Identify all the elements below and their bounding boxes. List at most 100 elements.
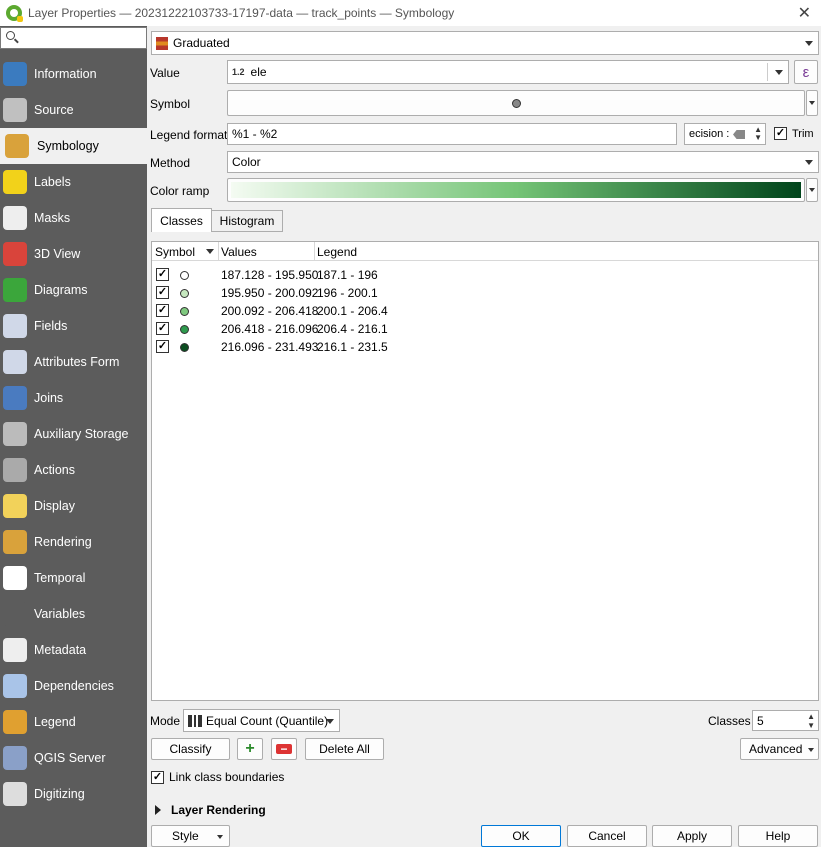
sidebar-item-source[interactable]: Source xyxy=(0,92,147,128)
style-button[interactable]: Style xyxy=(151,825,230,847)
sidebar-item-dependencies[interactable]: Dependencies xyxy=(0,668,147,704)
table-row[interactable]: ✓ 206.418 - 216.096 206.4 - 216.1 xyxy=(152,320,818,338)
sidebar-search-input[interactable] xyxy=(0,27,147,49)
layer-rendering-section[interactable]: Layer Rendering xyxy=(155,803,266,817)
speech-bubble-icon xyxy=(3,494,27,518)
method-combo[interactable]: Color xyxy=(227,151,819,173)
method-label: Method xyxy=(150,156,191,170)
sidebar-item-diagrams[interactable]: Diagrams xyxy=(0,272,147,308)
expression-button[interactable]: ε xyxy=(794,60,818,84)
class-legend: 187.1 - 196 xyxy=(317,268,378,282)
advanced-button[interactable]: Advanced xyxy=(740,738,819,760)
class-checkbox[interactable]: ✓ xyxy=(156,340,169,353)
table-row[interactable]: ✓ 200.092 - 206.418 200.1 - 206.4 xyxy=(152,302,818,320)
delete-all-button[interactable]: Delete All xyxy=(305,738,384,760)
sidebar-item-information[interactable]: Information xyxy=(0,56,147,92)
sidebar-item-label: Joins xyxy=(34,391,64,405)
class-values: 206.418 - 216.096 xyxy=(221,322,319,336)
sidebar-item-qgis-server[interactable]: QGIS Server xyxy=(0,740,147,776)
digitizing-icon xyxy=(3,782,27,806)
table-header: Symbol Values Legend xyxy=(152,242,818,261)
table-row[interactable]: ✓ 216.096 - 231.493 216.1 - 231.5 xyxy=(152,338,818,356)
sidebar-item-labels[interactable]: Labels xyxy=(0,164,147,200)
sidebar-item-joins[interactable]: Joins xyxy=(0,380,147,416)
chevron-down-icon xyxy=(326,718,334,724)
class-symbol-icon[interactable] xyxy=(180,289,189,298)
sidebar-item-rendering[interactable]: Rendering xyxy=(0,524,147,560)
classify-button[interactable]: Classify xyxy=(151,738,230,760)
table-row[interactable]: ✓ 195.950 - 200.092 196 - 200.1 xyxy=(152,284,818,302)
style-label: Style xyxy=(172,829,199,843)
color-ramp-button[interactable] xyxy=(227,178,805,202)
precision-text: ecision : xyxy=(689,128,730,140)
tab-classes[interactable]: Classes xyxy=(151,208,212,232)
sidebar-item-auxiliary-storage[interactable]: Auxiliary Storage xyxy=(0,416,147,452)
sidebar-item-fields[interactable]: Fields xyxy=(0,308,147,344)
sidebar-item-label: Labels xyxy=(34,175,71,189)
help-button[interactable]: Help xyxy=(738,825,818,847)
header-values[interactable]: Values xyxy=(221,245,257,259)
sidebar-item-temporal[interactable]: Temporal xyxy=(0,560,147,596)
class-checkbox[interactable]: ✓ xyxy=(156,268,169,281)
class-values: 187.128 - 195.950 xyxy=(221,268,319,282)
cancel-button[interactable]: Cancel xyxy=(567,825,647,847)
metadata-icon xyxy=(3,638,27,662)
dependencies-icon xyxy=(3,674,27,698)
sidebar-item-actions[interactable]: Actions xyxy=(0,452,147,488)
sidebar-item-3d-view[interactable]: 3D View xyxy=(0,236,147,272)
labels-icon xyxy=(3,170,27,194)
header-symbol[interactable]: Symbol xyxy=(155,245,195,259)
epsilon-icon xyxy=(3,602,27,626)
sidebar-item-display[interactable]: Display xyxy=(0,488,147,524)
sidebar-item-digitizing[interactable]: Digitizing xyxy=(0,776,147,812)
trim-label: Trim xyxy=(792,127,814,140)
value-label: Value xyxy=(150,66,180,80)
classes-spinbox[interactable]: 5 ▲ ▼ xyxy=(752,710,819,731)
form-icon xyxy=(3,350,27,374)
class-checkbox[interactable]: ✓ xyxy=(156,286,169,299)
table-row[interactable]: ✓ 187.128 - 195.950 187.1 - 196 xyxy=(152,266,818,284)
link-boundaries-checkbox[interactable]: ✓ Link class boundaries xyxy=(151,770,284,784)
precision-spinbox[interactable]: ecision : ▲ ▼ xyxy=(684,123,766,145)
spin-arrows-icon[interactable]: ▲ ▼ xyxy=(754,126,762,142)
class-checkbox[interactable]: ✓ xyxy=(156,322,169,335)
apply-button[interactable]: Apply xyxy=(652,825,732,847)
trim-check-mark: ✓ xyxy=(774,127,787,140)
sidebar-item-symbology[interactable]: Symbology xyxy=(0,128,149,164)
tab-histogram[interactable]: Histogram xyxy=(211,210,283,232)
symbol-dropdown[interactable] xyxy=(806,90,818,116)
color-ramp-dropdown[interactable] xyxy=(806,178,818,202)
color-ramp-label: Color ramp xyxy=(150,184,210,198)
sidebar-item-legend[interactable]: Legend xyxy=(0,704,147,740)
class-values: 216.096 - 231.493 xyxy=(221,340,319,354)
trim-checkbox[interactable]: ✓ Trim xyxy=(774,127,814,140)
close-icon[interactable]: ✕ xyxy=(798,3,811,23)
spin-arrows-icon[interactable]: ▲ ▼ xyxy=(807,712,815,730)
class-symbol-icon[interactable] xyxy=(180,343,189,352)
mode-combo[interactable]: Equal Count (Quantile) xyxy=(183,709,340,732)
sidebar-item-variables[interactable]: Variables xyxy=(0,596,147,632)
sidebar-item-attributes-form[interactable]: Attributes Form xyxy=(0,344,147,380)
add-class-button[interactable]: + xyxy=(237,738,263,760)
database-icon xyxy=(3,422,27,446)
remove-class-button[interactable]: − xyxy=(271,738,297,760)
sidebar-item-metadata[interactable]: Metadata xyxy=(0,632,147,668)
class-symbol-icon[interactable] xyxy=(180,271,189,280)
value-field-combo[interactable]: 1.2 ele xyxy=(227,60,789,84)
legend-format-input[interactable]: %1 - %2 xyxy=(227,123,677,145)
class-checkbox[interactable]: ✓ xyxy=(156,304,169,317)
clear-icon xyxy=(733,130,745,139)
ok-button[interactable]: OK xyxy=(481,825,561,847)
header-legend[interactable]: Legend xyxy=(317,245,357,259)
sidebar-item-label: Digitizing xyxy=(34,787,85,801)
sidebar-item-masks[interactable]: Masks xyxy=(0,200,147,236)
class-values: 200.092 - 206.418 xyxy=(221,304,319,318)
symbol-button[interactable] xyxy=(227,90,805,116)
sidebar-item-label: Variables xyxy=(34,607,86,621)
sidebar-item-label: Source xyxy=(34,103,74,117)
field-type-badge: 1.2 xyxy=(232,67,245,77)
renderer-combo[interactable]: Graduated xyxy=(151,31,819,55)
class-symbol-icon[interactable] xyxy=(180,325,189,334)
minus-icon: − xyxy=(276,743,292,755)
class-symbol-icon[interactable] xyxy=(180,307,189,316)
